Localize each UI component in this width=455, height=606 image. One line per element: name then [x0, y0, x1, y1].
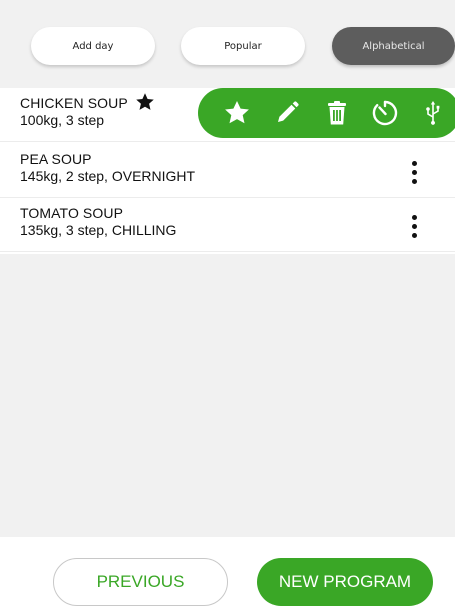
trash-icon[interactable] — [322, 98, 352, 128]
previous-button[interactable]: PREVIOUS — [53, 558, 228, 606]
program-name: CHICKEN SOUP — [20, 95, 128, 111]
sort-tab-bar: Add day Popular Alphabetical — [0, 0, 455, 88]
list-item[interactable]: PEA SOUP 145kg, 2 step, OVERNIGHT — [0, 144, 455, 198]
tab-alphabetical-label: Alphabetical — [362, 40, 425, 52]
more-options-icon[interactable] — [404, 210, 424, 242]
tab-popular-label: Popular — [224, 40, 262, 52]
tab-add-day[interactable]: Add day — [31, 27, 155, 65]
program-details: 135kg, 3 step, CHILLING — [20, 222, 177, 238]
tab-popular[interactable]: Popular — [181, 27, 305, 65]
empty-list-area — [0, 254, 455, 537]
program-details: 100kg, 3 step — [20, 112, 105, 128]
pencil-icon[interactable] — [272, 98, 302, 128]
favorite-star-icon — [136, 93, 154, 110]
new-program-button[interactable]: NEW PROGRAM — [257, 558, 433, 606]
tab-alphabetical[interactable]: Alphabetical — [332, 27, 455, 65]
program-name: TOMATO SOUP — [20, 205, 124, 221]
tab-add-day-label: Add day — [72, 40, 114, 52]
row-action-bar — [198, 88, 455, 138]
list-item[interactable]: TOMATO SOUP 135kg, 3 step, CHILLING — [0, 198, 455, 252]
usb-icon[interactable] — [418, 98, 448, 128]
star-icon[interactable] — [222, 98, 252, 128]
list-item[interactable]: CHICKEN SOUP 100kg, 3 step — [0, 88, 455, 142]
program-details: 145kg, 2 step, OVERNIGHT — [20, 168, 196, 184]
more-options-icon[interactable] — [404, 156, 424, 188]
program-name: PEA SOUP — [20, 151, 92, 167]
timer-icon[interactable] — [370, 98, 400, 128]
